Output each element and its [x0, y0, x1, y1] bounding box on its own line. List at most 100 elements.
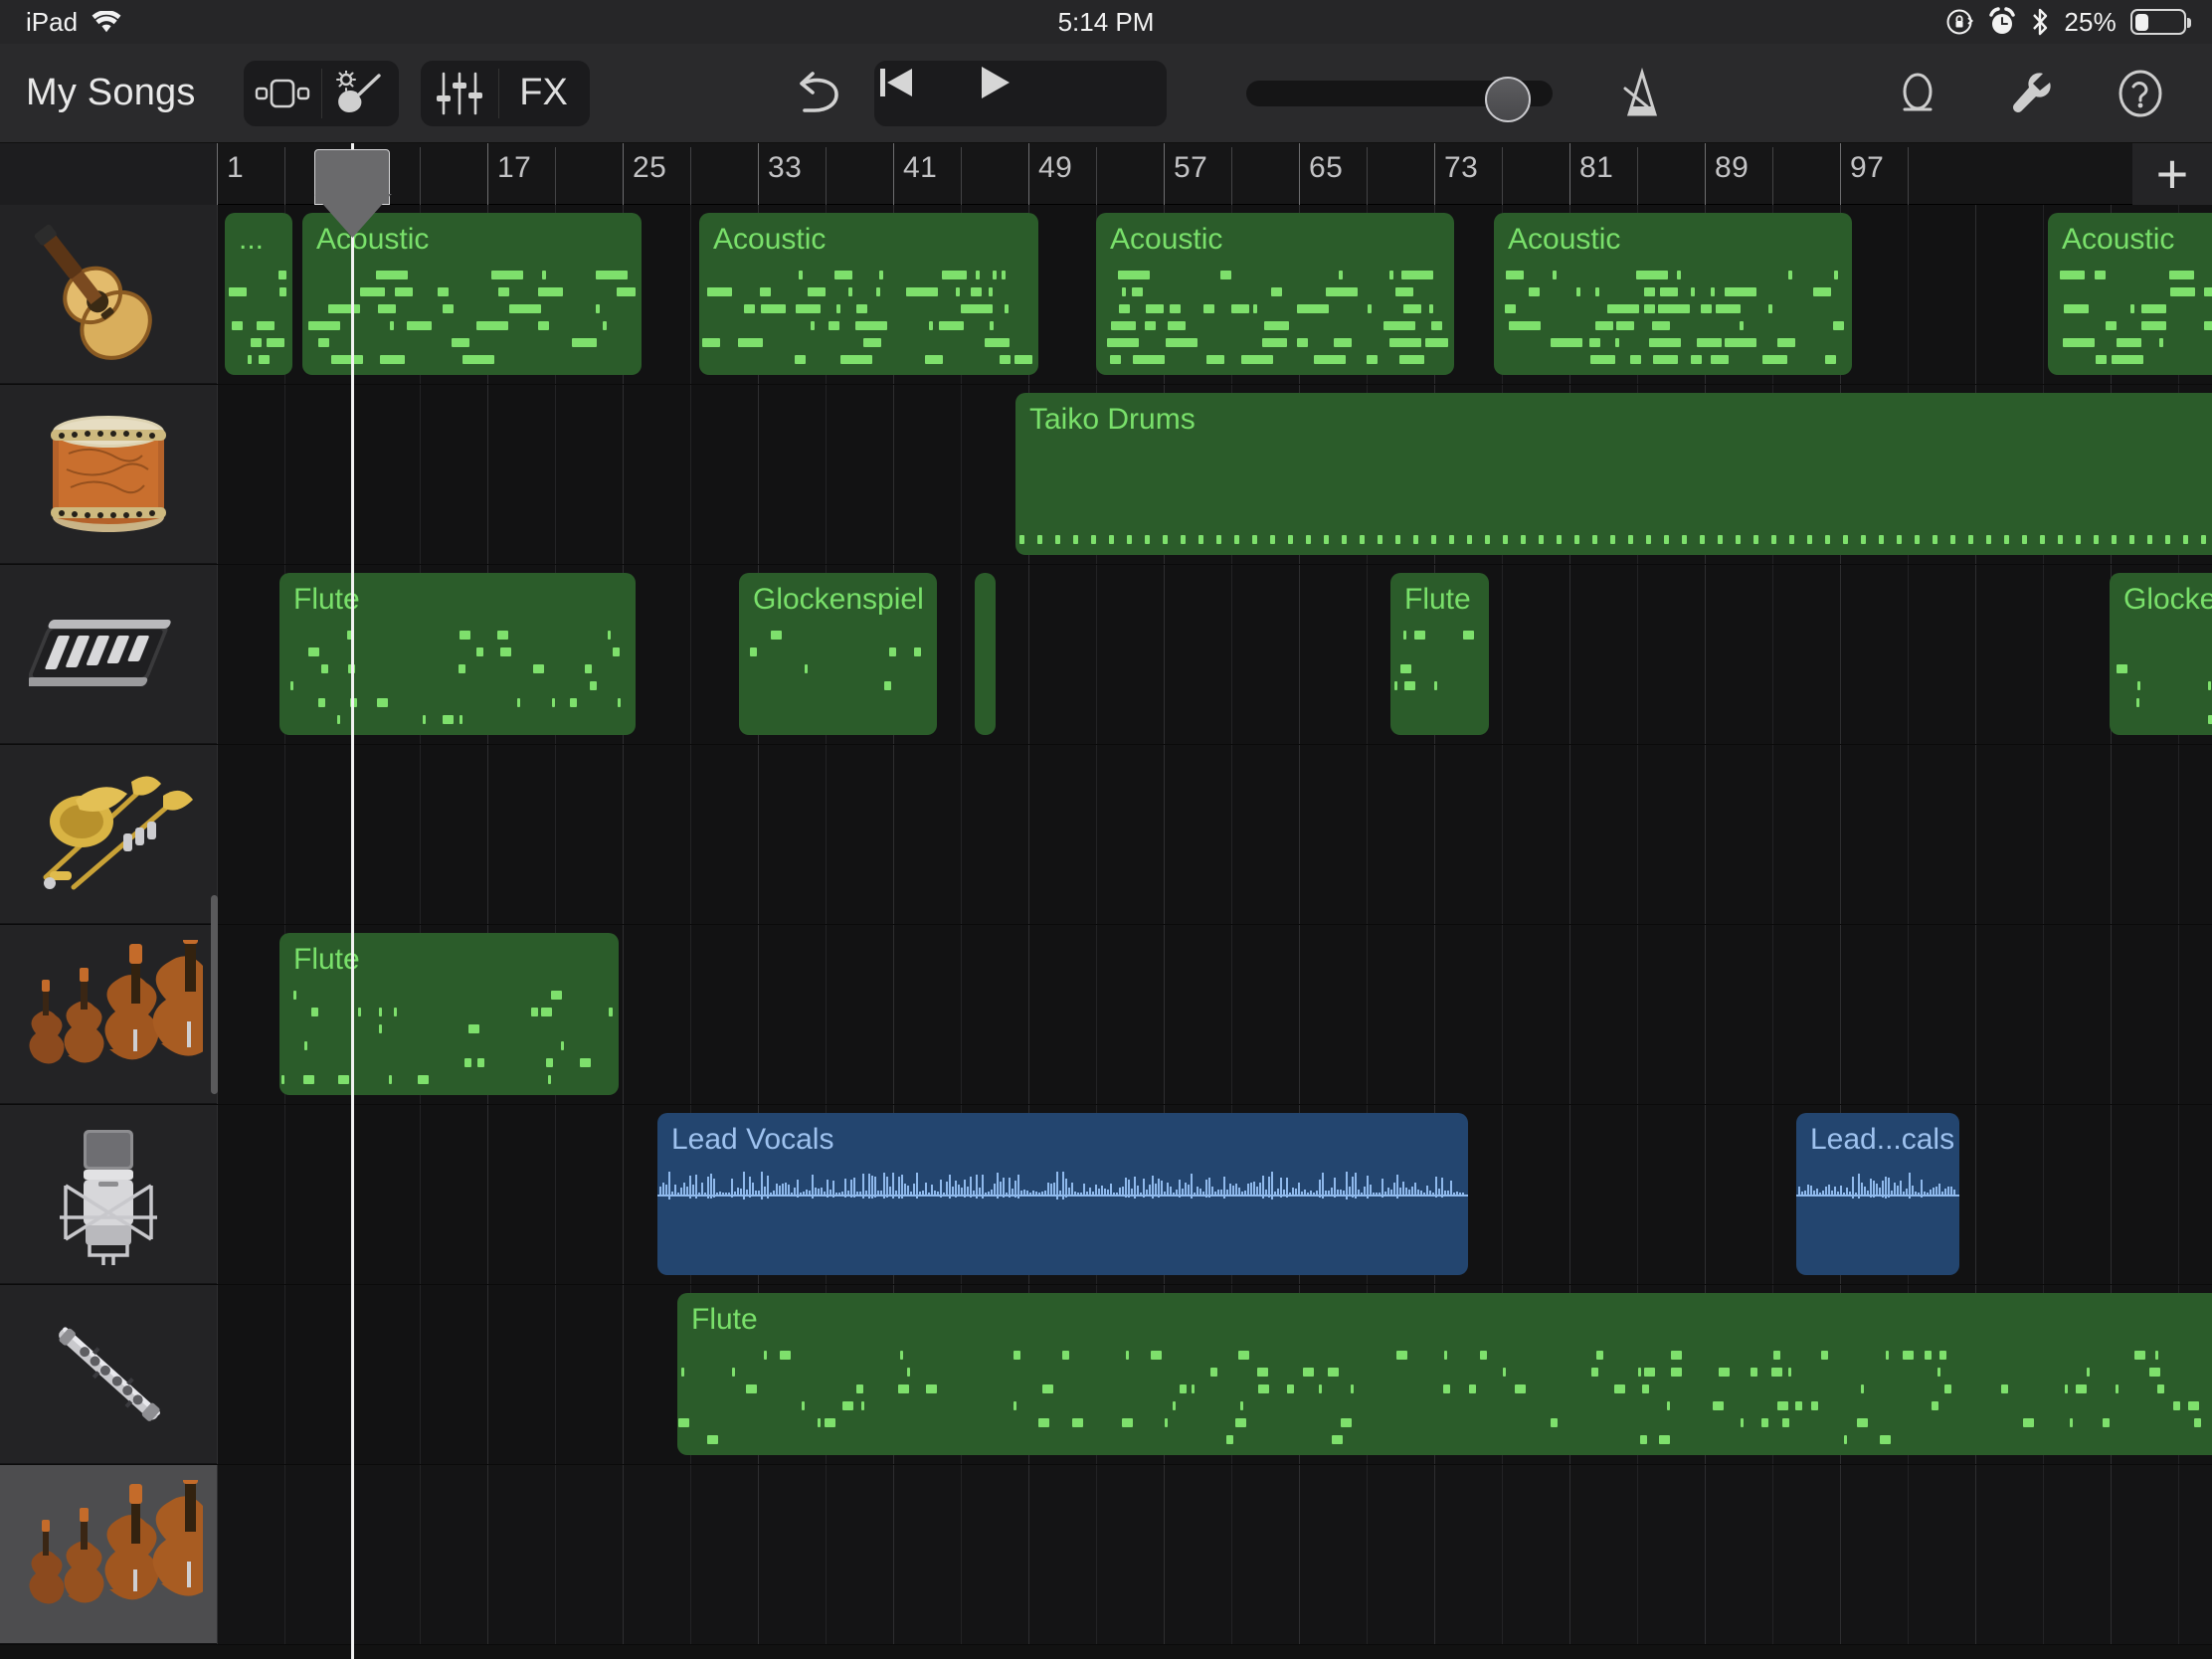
my-songs-button[interactable]: My Songs [26, 72, 196, 114]
midi-note [1761, 1418, 1768, 1427]
vertical-scrollbar[interactable] [211, 895, 218, 1094]
track-row[interactable] [0, 745, 2212, 925]
waveform-bar [1944, 1189, 1946, 1196]
track-list[interactable]: ... Acoustic Acoustic Acoustic Acoustic Acous… [0, 205, 2212, 1659]
gridline [1705, 925, 1706, 1104]
waveform-bar [740, 1189, 742, 1196]
track-row[interactable]: Taiko Drums [0, 385, 2212, 565]
region-audio[interactable]: Lead Vocals [657, 1113, 1468, 1275]
region-midi[interactable]: Glockenspiel [739, 573, 937, 735]
track-row[interactable]: Flute [0, 925, 2212, 1105]
track-lane[interactable]: Flute [217, 925, 2212, 1104]
region-midi[interactable]: Acoustic [1494, 213, 1852, 375]
midi-note [596, 271, 628, 279]
region-midi[interactable]: Flute [279, 573, 636, 735]
waveform-bar [689, 1175, 691, 1198]
waveform-bar [1411, 1186, 1413, 1197]
midi-note [2155, 1351, 2158, 1360]
midi-note [538, 321, 549, 330]
track-row[interactable]: Lead Vocals Lead...cals [0, 1105, 2212, 1285]
tracks-view-button[interactable] [244, 61, 321, 126]
midi-note [331, 355, 363, 364]
waveform-bar [1295, 1189, 1297, 1196]
ruler-tick-minor [1908, 147, 1909, 205]
gridline [2043, 205, 2044, 384]
midi-note [2169, 271, 2194, 279]
track-header-strings-section[interactable] [0, 1465, 217, 1644]
add-track-button[interactable]: + [2132, 143, 2212, 205]
slider-knob[interactable] [1485, 76, 1532, 122]
region-midi[interactable]: Acoustic [302, 213, 642, 375]
undo-button[interactable] [773, 69, 862, 118]
gridline [1705, 745, 1706, 924]
midi-note [1610, 535, 1615, 544]
midi-note [1264, 321, 1289, 330]
track-header-microphone[interactable] [0, 1105, 217, 1284]
mixer-button[interactable] [421, 61, 498, 126]
ruler-bar-label: 73 [1444, 151, 1479, 184]
track-lane[interactable] [217, 745, 2212, 924]
region-midi[interactable]: Taiko Drums [1015, 393, 2212, 555]
region-midi[interactable] [975, 573, 996, 735]
track-header-strings-section[interactable] [0, 925, 217, 1104]
midi-note [907, 1368, 910, 1377]
midi-note [2149, 1368, 2160, 1377]
midi-note [293, 991, 296, 1000]
midi-note [531, 1008, 538, 1016]
waveform-bar [958, 1185, 960, 1197]
waveform-bar [943, 1192, 945, 1195]
gridline [487, 745, 488, 924]
midi-note [1753, 535, 1758, 544]
track-header-glockenspiel[interactable] [0, 565, 217, 744]
track-lane[interactable]: Flute [217, 1285, 2212, 1464]
metronome-button[interactable] [1596, 55, 1688, 132]
track-header-flute[interactable] [0, 1285, 217, 1464]
midi-note [1649, 338, 1681, 347]
region-midi[interactable]: Glockenspiel [2110, 573, 2212, 735]
track-header-taiko-drum[interactable] [0, 385, 217, 564]
region-midi[interactable]: ... [225, 213, 292, 375]
track-lane[interactable]: Lead Vocals Lead...cals [217, 1105, 2212, 1284]
master-volume-slider[interactable] [1246, 76, 1554, 122]
loop-button[interactable] [1872, 55, 1963, 132]
region-midi[interactable]: Acoustic [2048, 213, 2212, 375]
status-bar-right: 25% [1944, 7, 2191, 38]
waveform-bar [1423, 1192, 1425, 1195]
region-audio[interactable]: Lead...cals [1796, 1113, 1959, 1275]
track-row[interactable]: Flute Glockenspiel Flute Glockenspiel [0, 565, 2212, 745]
waveform-bar [824, 1192, 826, 1195]
midi-note [1557, 535, 1562, 544]
track-lane[interactable] [217, 1465, 2212, 1644]
midi-note [443, 715, 454, 724]
region-midi[interactable]: Acoustic [699, 213, 1038, 375]
playhead-handle[interactable] [314, 149, 390, 205]
ruler-ticks[interactable]: 191725334149576573818997 [217, 143, 2212, 205]
midi-note [596, 304, 600, 313]
track-header-acoustic-guitar[interactable] [0, 205, 217, 384]
track-row[interactable]: Flute [0, 1285, 2212, 1465]
track-lane[interactable]: ... Acoustic Acoustic Acoustic Acoustic Acous… [217, 205, 2212, 384]
region-midi[interactable]: Flute [677, 1293, 2212, 1455]
track-row[interactable]: ... Acoustic Acoustic Acoustic Acoustic Acous… [0, 205, 2212, 385]
midi-note [1506, 271, 1524, 279]
midi-note [1515, 1384, 1526, 1393]
record-button[interactable] [1069, 61, 1167, 126]
play-button[interactable] [972, 61, 1069, 126]
track-lane[interactable]: Flute Glockenspiel Flute Glockenspiel [217, 565, 2212, 744]
help-button[interactable] [2095, 55, 2186, 132]
gridline [893, 1465, 894, 1644]
track-lane[interactable]: Taiko Drums [217, 385, 2212, 564]
track-header-brass-horns[interactable] [0, 745, 217, 924]
region-midi[interactable]: Acoustic [1096, 213, 1454, 375]
settings-button[interactable] [1983, 55, 2075, 132]
track-row[interactable] [0, 1465, 2212, 1645]
region-midi[interactable]: Flute [1390, 573, 1489, 735]
rewind-button[interactable] [874, 61, 972, 126]
gridline [826, 1465, 827, 1644]
waveform-bar [1441, 1177, 1443, 1198]
region-midi[interactable]: Flute [279, 933, 619, 1095]
midi-note [379, 1008, 382, 1016]
instrument-view-button[interactable] [320, 61, 399, 126]
waveform-bar [1426, 1185, 1428, 1197]
fx-button[interactable]: FX [497, 61, 590, 126]
